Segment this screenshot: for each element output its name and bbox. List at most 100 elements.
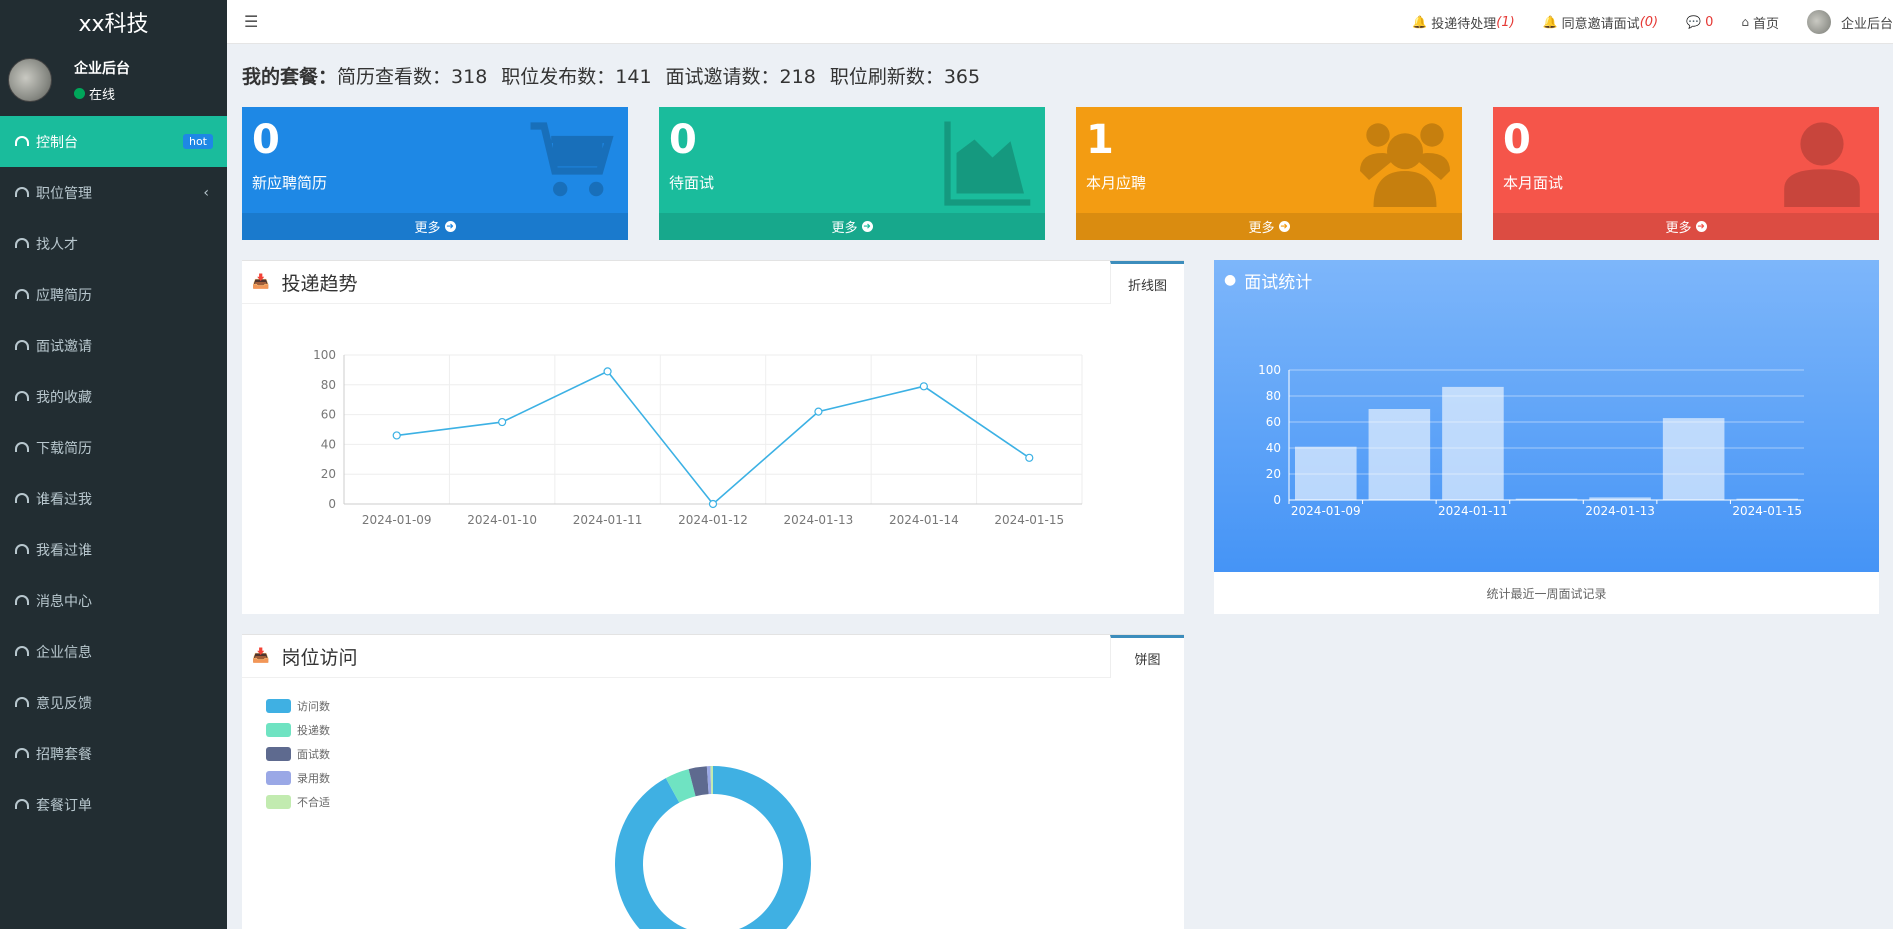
- stat-card: 0 本月面试更多 ➜: [1493, 107, 1879, 240]
- panel-title: 面试统计: [1244, 272, 1313, 293]
- topbar: ☰ 🔔 投递待处理 (1) 🔔 同意邀请面试 (0) 💬 0 ⌂ 首页 企业后台: [227, 0, 1893, 44]
- dashboard-icon: [15, 288, 29, 299]
- x-tick-label: 2024-01-09: [362, 513, 432, 527]
- data-point[interactable]: [392, 431, 401, 440]
- sidebar-item[interactable]: 面试邀请: [0, 320, 227, 371]
- y-tick-label: 40: [321, 437, 336, 451]
- sidebar-menu: 控制台 hot 职位管理 ‹ 找人才应聘简历面试邀请我的收藏下载简历谁看过我我看过谁消息…: [0, 116, 227, 830]
- account-menu[interactable]: 企业后台: [1806, 10, 1893, 34]
- sidebar-item[interactable]: 企业信息: [0, 626, 227, 677]
- y-tick-label: 100: [313, 348, 336, 362]
- dashboard-icon: [15, 594, 29, 605]
- arrow-circle-right-icon: ➜: [1278, 221, 1290, 232]
- delivery-pending-count: (1): [1496, 14, 1515, 30]
- more-link[interactable]: 更多 ➜: [659, 213, 1045, 240]
- dashboard-icon: [15, 645, 29, 656]
- more-link[interactable]: 更多 ➜: [242, 213, 628, 240]
- bar[interactable]: [1589, 497, 1651, 500]
- sidebar-item[interactable]: 职位管理 ‹: [0, 167, 227, 218]
- sidebar-item[interactable]: 套餐订单: [0, 779, 227, 830]
- stat-label: 本月面试: [1503, 174, 1564, 192]
- sidebar-item[interactable]: 消息中心: [0, 575, 227, 626]
- user-panel: 企业后台 在线: [0, 44, 227, 116]
- package-item: 职位刷新数：365: [829, 66, 981, 88]
- stat-card: 1 本月应聘 更多 ➜: [1076, 107, 1462, 240]
- messages-link[interactable]: 💬 0: [1686, 15, 1713, 30]
- data-point[interactable]: [1025, 453, 1034, 462]
- home-link[interactable]: ⌂ 首页: [1741, 13, 1779, 32]
- dashboard-icon: [15, 237, 29, 248]
- delivery-pending-link[interactable]: 🔔 投递待处理 (1): [1412, 13, 1514, 32]
- sidebar-item[interactable]: 找人才: [0, 218, 227, 269]
- sidebar-item-label: 我的收藏: [36, 389, 92, 406]
- sidebar-item[interactable]: 招聘套餐: [0, 728, 227, 779]
- visits-pie-chart: [615, 766, 811, 929]
- map-marker-icon: ●: [1224, 272, 1237, 288]
- bar[interactable]: [1442, 386, 1504, 500]
- area-chart-icon: [944, 121, 1031, 206]
- bar[interactable]: [1515, 498, 1578, 500]
- y-tick-label: 0: [1273, 493, 1281, 507]
- sidebar-item[interactable]: 我看过谁: [0, 524, 227, 575]
- tab-pie-chart[interactable]: 饼图: [1110, 635, 1184, 678]
- bar[interactable]: [1662, 418, 1725, 500]
- sidebar-item-label: 谁看过我: [36, 491, 92, 508]
- menu-toggle-icon[interactable]: ☰: [244, 12, 258, 31]
- panel-title: 投递趋势: [281, 272, 358, 295]
- bar[interactable]: [1736, 498, 1798, 500]
- y-tick-label: 20: [1266, 467, 1281, 481]
- more-link[interactable]: 更多 ➜: [1493, 213, 1879, 240]
- interview-caption: 统计最近一周面试记录: [1486, 586, 1607, 601]
- dashboard-icon: [15, 186, 29, 197]
- chevron-left-icon: ‹: [203, 184, 209, 201]
- data-point[interactable]: [498, 417, 507, 427]
- sidebar-item[interactable]: 谁看过我: [0, 473, 227, 524]
- sidebar-item[interactable]: 控制台 hot: [0, 116, 227, 167]
- y-tick-label: 0: [328, 497, 336, 511]
- sidebar-item[interactable]: 下载简历: [0, 422, 227, 473]
- stat-value: 1: [1086, 117, 1114, 163]
- user-name: 企业后台: [74, 60, 130, 77]
- y-tick-label: 20: [321, 467, 336, 481]
- dashboard-icon: [15, 696, 29, 707]
- bar[interactable]: [1368, 409, 1431, 500]
- bar[interactable]: [1295, 446, 1357, 500]
- brand-logo[interactable]: xx科技: [0, 0, 227, 44]
- sidebar-item-label: 应聘简历: [36, 287, 92, 304]
- x-tick-label: 2024-01-11: [1438, 504, 1508, 518]
- sidebar: xx科技 企业后台 在线 控制台 hot 职位管理 ‹ 找人才应聘简历面试邀请我的收藏下…: [0, 0, 227, 929]
- x-tick-label: 2024-01-14: [889, 513, 959, 527]
- tab-line-chart[interactable]: 折线图: [1110, 261, 1184, 304]
- x-tick-label: 2024-01-12: [678, 513, 748, 527]
- data-point[interactable]: [814, 407, 823, 416]
- data-point[interactable]: [919, 382, 928, 391]
- sidebar-item[interactable]: 意见反馈: [0, 677, 227, 728]
- bell-icon: 🔔: [1542, 15, 1558, 29]
- user-icon: [1784, 122, 1860, 207]
- agree-interview-link[interactable]: 🔔 同意邀请面试 (0): [1543, 13, 1658, 32]
- arrow-circle-right-icon: ➜: [444, 221, 456, 232]
- sidebar-item-label: 我看过谁: [36, 542, 92, 559]
- dashboard-icon: [15, 798, 29, 809]
- stat-value: 0: [1503, 117, 1531, 163]
- x-tick-label: 2024-01-11: [573, 513, 643, 527]
- user-status-label: 在线: [89, 87, 116, 103]
- data-point[interactable]: [708, 499, 718, 509]
- sidebar-item[interactable]: 应聘简历: [0, 269, 227, 320]
- stat-value: 0: [669, 117, 697, 163]
- more-label: 更多: [1665, 221, 1692, 236]
- inbox-icon: 📥: [252, 274, 270, 290]
- sidebar-item-label: 控制台: [36, 134, 78, 151]
- sidebar-item[interactable]: 我的收藏: [0, 371, 227, 422]
- arrow-circle-right-icon: ➜: [861, 221, 873, 232]
- more-link[interactable]: 更多 ➜: [1076, 213, 1462, 240]
- y-tick-label: 60: [321, 408, 336, 422]
- sidebar-item-label: 面试邀请: [36, 338, 92, 355]
- interview-panel: ● 面试统计 0 20 40 60 80 100 2024-01-09 2024-01-11 20…: [1214, 260, 1879, 614]
- user-status: 在线: [74, 84, 130, 103]
- stat-card: 0 新应聘简历 更多 ➜: [242, 107, 628, 240]
- data-point[interactable]: [603, 367, 612, 376]
- y-tick-label: 40: [1266, 441, 1281, 455]
- arrow-circle-right-icon: ➜: [1695, 221, 1707, 232]
- trend-panel: 📥 投递趋势 折线图 0 20 40 60 80 100 2024-01-09 2024-01-…: [242, 260, 1184, 614]
